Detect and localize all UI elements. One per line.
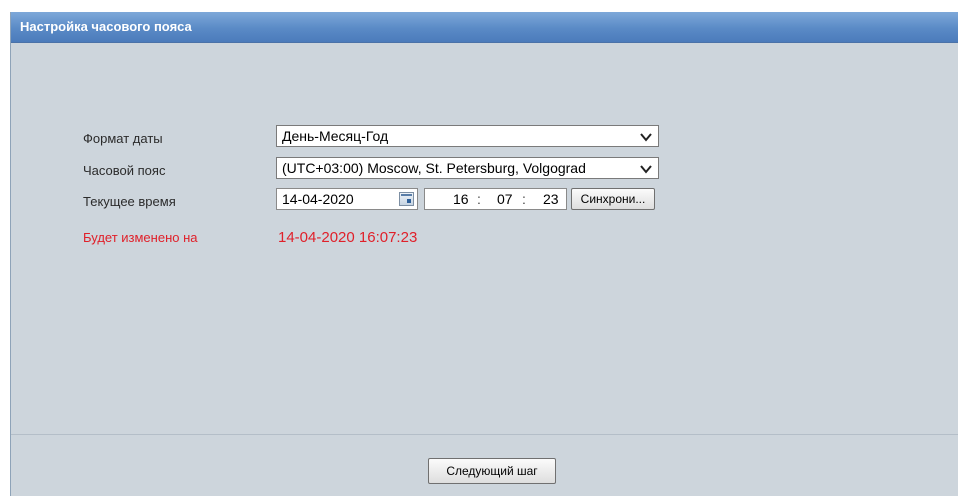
hour-field[interactable]: 16 (453, 189, 469, 209)
will-change-label: Будет изменено на (83, 230, 198, 245)
date-value: 14-04-2020 (282, 191, 354, 207)
timezone-label: Часовой пояс (83, 163, 166, 178)
chevron-down-icon (640, 165, 652, 174)
time-separator: : (477, 191, 481, 207)
current-time-label: Текущее время (83, 194, 176, 209)
second-field[interactable]: 23 (543, 189, 559, 209)
will-change-value: 14-04-2020 16:07:23 (278, 229, 418, 246)
minute-field[interactable]: 07 (497, 189, 513, 209)
title-bar: Настройка часового пояса (11, 12, 958, 43)
date-input[interactable]: 14-04-2020 (276, 188, 418, 210)
calendar-icon[interactable] (399, 192, 414, 206)
panel-title: Настройка часового пояса (20, 19, 192, 34)
sync-button[interactable]: Синхрони... (571, 188, 655, 210)
timezone-settings-panel: Настройка часового пояса Формат даты Ден… (10, 12, 958, 496)
date-format-label: Формат даты (83, 131, 163, 146)
chevron-down-icon (640, 133, 652, 142)
date-format-select[interactable]: День-Месяц-Год (276, 125, 659, 147)
timezone-value: (UTC+03:00) Moscow, St. Petersburg, Volg… (282, 160, 586, 176)
date-format-value: День-Месяц-Год (282, 128, 389, 144)
time-input[interactable]: 16 : 07 : 23 (424, 188, 567, 210)
timezone-select[interactable]: (UTC+03:00) Moscow, St. Petersburg, Volg… (276, 157, 659, 179)
next-step-button[interactable]: Следующий шаг (428, 458, 556, 484)
footer-divider (11, 434, 958, 435)
time-separator: : (522, 191, 526, 207)
